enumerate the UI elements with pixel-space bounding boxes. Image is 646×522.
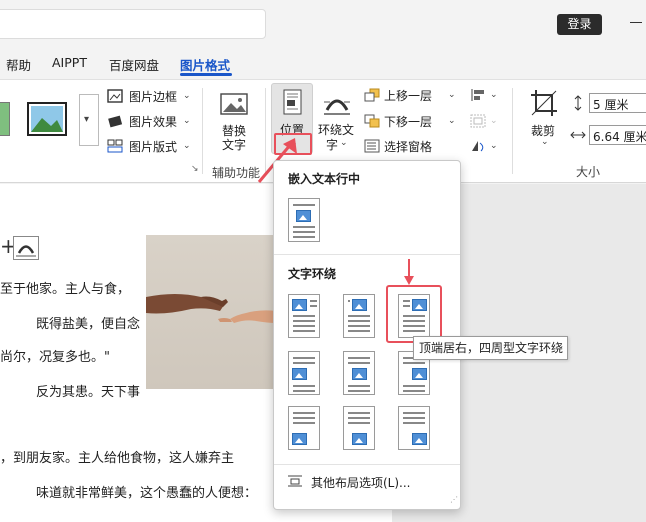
selection-pane-icon [364, 139, 380, 153]
size-group-label: 大小 [576, 165, 601, 179]
send-backward-button[interactable]: 下移一层 [384, 113, 432, 130]
layout-option-middle-left[interactable] [288, 351, 320, 395]
tab-baidu-netdisk[interactable]: 百度网盘 [109, 55, 159, 74]
chevron-down-icon[interactable]: ⌄ [490, 141, 498, 151]
tooltip: 顶端居右，四周型文字环绕 [413, 336, 568, 360]
align-icon[interactable] [470, 88, 486, 102]
doc-text-line: 尚尔，况复多也。" [0, 350, 110, 365]
bring-forward-icon [364, 88, 380, 102]
picture-layout-icon [107, 139, 123, 153]
layout-option-top-center[interactable] [343, 294, 375, 338]
layout-option-bottom-right[interactable] [398, 406, 430, 450]
tab-picture-format[interactable]: 图片格式 [180, 55, 230, 74]
wrap-text-icon [322, 88, 352, 118]
rotate-icon[interactable] [470, 139, 486, 153]
style-thumb-1[interactable] [0, 102, 10, 136]
style-thumb-2[interactable] [27, 102, 67, 136]
dialog-launcher-icon[interactable]: ↘ [191, 164, 199, 174]
search-box[interactable] [0, 9, 266, 39]
selected-photo[interactable] [146, 235, 276, 389]
layout-option-bottom-center[interactable] [343, 406, 375, 450]
hands-image [146, 294, 276, 323]
layout-option-bottom-left[interactable] [288, 406, 320, 450]
layout-option-middle-center[interactable] [343, 351, 375, 395]
doc-text-line: 反为其患。天下事 [36, 385, 141, 400]
bring-forward-button[interactable]: 上移一层 [384, 87, 432, 104]
position-icon [283, 89, 303, 115]
minimize-icon[interactable] [630, 22, 642, 23]
accessibility-group-label: 辅助功能 [212, 166, 261, 180]
picture-border-icon [107, 89, 123, 103]
width-icon [570, 127, 586, 141]
active-tab-indicator [180, 73, 232, 76]
tab-help[interactable]: 帮助 [6, 55, 31, 74]
chevron-down-icon[interactable]: ⌄ [183, 116, 191, 126]
alt-text-icon [219, 91, 251, 121]
height-icon [570, 95, 586, 111]
landscape-icon [31, 106, 63, 132]
gallery-more-button[interactable]: ▾ [79, 94, 99, 146]
doc-text-line: 既得盐美，便自念 [36, 317, 141, 332]
layout-option-inline[interactable] [288, 198, 320, 242]
doc-text-line: 味道就非常鲜美，这个愚蠢的人便想： [36, 486, 258, 501]
width-value: 6.64 厘米 [593, 130, 646, 144]
layout-option-top-left[interactable] [288, 294, 320, 338]
inline-section-title: 嵌入文本行中 [288, 172, 361, 186]
selection-pane-button[interactable]: 选择窗格 [384, 138, 432, 155]
wrap-text-label-2[interactable]: 字 [326, 136, 338, 153]
layout-options-icon[interactable] [13, 236, 39, 260]
chevron-down-icon[interactable]: ⌄ [541, 137, 549, 147]
selected-option-highlight [386, 285, 442, 343]
picture-effects-button[interactable]: 图片效果 [129, 113, 177, 130]
pointer-down-arrow-icon [404, 259, 414, 285]
height-input[interactable]: 5 厘米 [589, 93, 646, 113]
tab-aippt[interactable]: AIPPT [52, 55, 87, 70]
wrap-section-title: 文字环绕 [288, 267, 337, 281]
chevron-down-icon[interactable]: ⌄ [183, 91, 191, 101]
width-input[interactable]: 6.64 厘米 [589, 125, 646, 145]
send-backward-icon [364, 114, 380, 128]
chevron-down-icon[interactable]: ⌄ [490, 90, 498, 100]
chevron-down-icon[interactable]: ⌄ [340, 138, 348, 148]
alt-text-label-2[interactable]: 文字 [222, 136, 246, 153]
doc-text-line: 至于他家。主人与食， [0, 282, 131, 297]
chevron-down-icon[interactable]: ⌄ [490, 116, 498, 126]
doc-text-line: ，到朋友家。主人给他食物，这人嫌弃主 [0, 451, 235, 466]
picture-border-button[interactable]: 图片边框 [129, 88, 177, 105]
login-button[interactable]: 登录 [557, 14, 602, 35]
ribbon-tabs: 帮助 AIPPT 百度网盘 图片格式 [0, 48, 646, 78]
height-value: 5 厘米 [593, 98, 629, 112]
chevron-down-icon: ▾ [84, 114, 90, 125]
picture-layout-button[interactable]: 图片版式 [129, 138, 177, 155]
chevron-down-icon[interactable]: ⌄ [448, 90, 456, 100]
picture-effects-icon [107, 114, 123, 128]
more-layout-options[interactable]: 其他布局选项(L)... [311, 474, 411, 491]
resize-grip-icon[interactable]: ⋰ [450, 495, 458, 504]
crop-icon [530, 89, 558, 117]
chevron-down-icon[interactable]: ⌄ [448, 116, 456, 126]
chevron-down-icon[interactable]: ⌄ [183, 141, 191, 151]
group-icon[interactable] [470, 114, 486, 128]
more-layout-options-icon [287, 474, 303, 488]
title-bar: 登录 [0, 0, 646, 48]
